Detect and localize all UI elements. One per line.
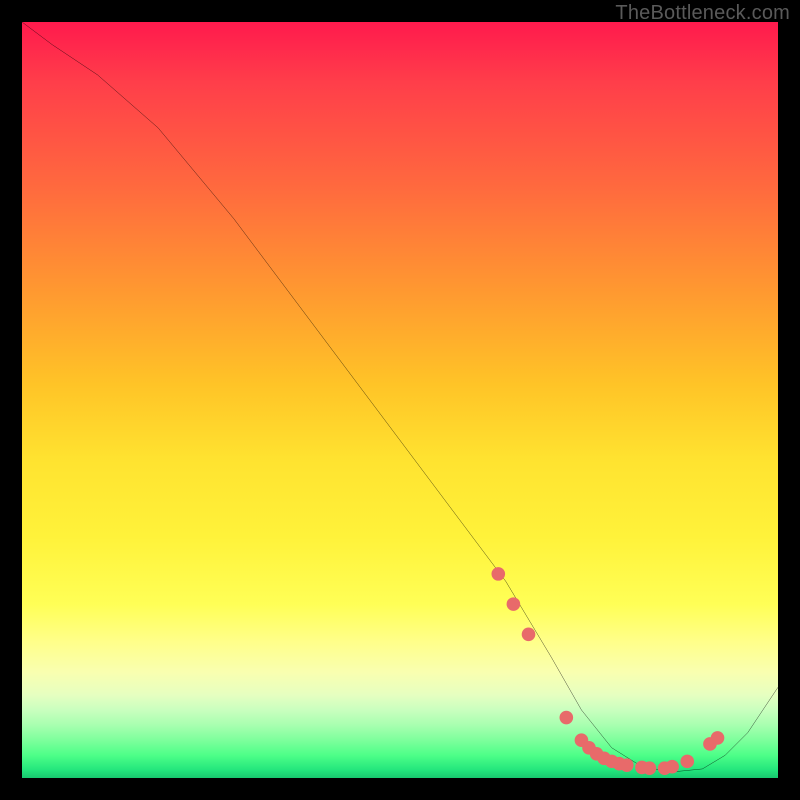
plot-area [22,22,778,778]
marker-dot [680,755,694,769]
marker-dot [620,758,634,772]
chart-svg [22,22,778,778]
marker-dot [491,567,505,581]
bottleneck-curve [22,22,778,772]
marker-dot [643,761,657,775]
marker-dot [522,628,536,642]
chart-frame: TheBottleneck.com [0,0,800,800]
marker-dot [711,731,725,745]
marker-dot [665,760,679,774]
marker-dot [507,597,521,611]
marker-dots [491,567,724,775]
marker-dot [560,711,574,725]
